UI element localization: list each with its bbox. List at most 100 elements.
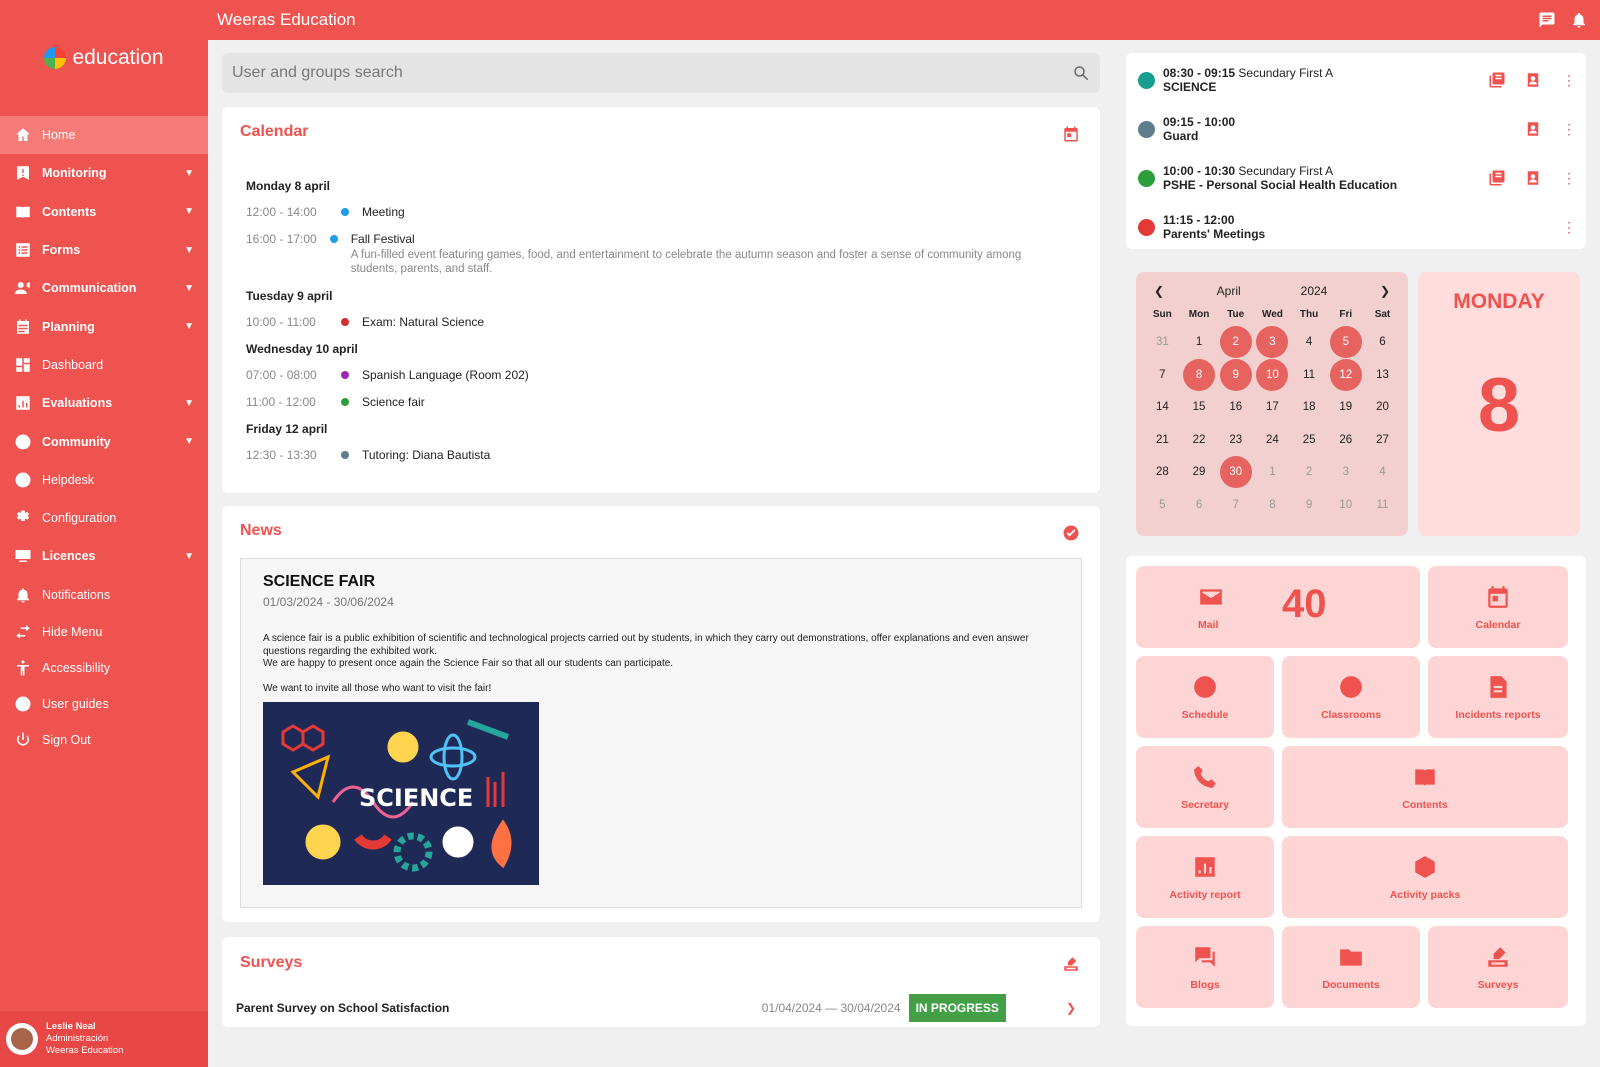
sidebar-item-monitoring[interactable]: Monitoring ▼ [0,154,208,192]
search-bar[interactable]: User and groups search [222,53,1100,93]
more-vert-icon[interactable]: ⋮ [1560,219,1578,236]
sidebar-item-accessibility[interactable]: Accessibility [0,650,208,686]
chevron-left-icon[interactable]: ❮ [1154,284,1164,298]
calendar-day[interactable]: 23 [1217,424,1254,457]
calendar-day[interactable]: 20 [1364,391,1401,424]
sidebar-item-forms[interactable]: Forms ▼ [0,231,208,269]
search-input[interactable]: User and groups search [232,64,403,82]
sidebar-item-dashboard[interactable]: Dashboard [0,346,208,384]
calendar-day[interactable]: 3 [1254,326,1291,359]
calendar-day[interactable]: 28 [1144,456,1181,489]
calendar-day[interactable]: 27 [1364,424,1401,457]
calendar-day[interactable]: 15 [1181,391,1218,424]
calendar-day[interactable]: 6 [1181,489,1218,522]
calendar-day[interactable]: 7 [1144,359,1181,392]
calendar-day[interactable]: 19 [1327,391,1364,424]
tile-secretary[interactable]: Secretary [1136,746,1274,828]
year-label[interactable]: 2024 [1301,284,1328,298]
badge-icon[interactable] [1524,71,1542,89]
calendar-day[interactable]: 16 [1217,391,1254,424]
tile-activity-report[interactable]: Activity report [1136,836,1274,918]
event-row[interactable]: 16:00 - 17:00 Fall Festival A fun-filled e… [246,232,1066,276]
calendar-day[interactable]: 9 [1217,358,1254,392]
event-row[interactable]: 07:00 - 08:00 Spanish Language (Room 202) [246,368,1066,382]
sidebar-item-licences[interactable]: Licences ▼ [0,537,208,575]
survey-icon[interactable] [1062,955,1080,973]
tile-mail[interactable]: Mail 40 [1136,566,1420,648]
tile-calendar[interactable]: Calendar [1428,566,1568,648]
calendar-day[interactable]: 5 [1327,326,1364,359]
event-row[interactable]: 12:00 - 14:00 Meeting [246,205,1066,219]
calendar-day[interactable]: 30 [1217,456,1254,489]
calendar-day[interactable]: 14 [1144,391,1181,424]
avatar[interactable] [6,1023,38,1055]
tile-classrooms[interactable]: Classrooms [1282,656,1420,738]
event-row[interactable]: 12:30 - 13:30 Tutoring: Diana Bautista [246,448,1066,462]
chevron-down-icon[interactable]: ▼ [184,398,194,409]
calendar-day[interactable]: 10 [1254,358,1291,392]
calendar-day[interactable]: 31 [1144,326,1181,359]
sidebar-item-hide-menu[interactable]: Hide Menu [0,614,208,650]
sidebar-item-evaluations[interactable]: Evaluations ▼ [0,384,208,422]
calendar-day[interactable]: 5 [1144,489,1181,522]
chevron-down-icon[interactable]: ▼ [184,321,194,332]
sidebar-item-sign-out[interactable]: Sign Out [0,722,208,758]
survey-row[interactable]: Parent Survey on School Satisfaction 01/… [236,993,1076,1023]
copy-icon[interactable] [1488,169,1506,187]
calendar-day[interactable]: 22 [1181,424,1218,457]
sidebar-item-home[interactable]: Home [0,116,208,155]
badge-icon[interactable] [1524,120,1542,138]
tile-surveys[interactable]: Surveys [1428,926,1568,1008]
badge-icon[interactable] [1524,169,1542,187]
calendar-day[interactable]: 12 [1327,358,1364,392]
calendar-day[interactable]: 18 [1291,391,1328,424]
news-item[interactable]: SCIENCE FAIR 01/03/2024 - 30/06/2024 A s… [240,558,1082,908]
calendar-day[interactable]: 26 [1327,424,1364,457]
copy-icon[interactable] [1488,71,1506,89]
chevron-down-icon[interactable]: ▼ [184,168,194,179]
chevron-down-icon[interactable]: ▼ [184,245,194,256]
calendar-day[interactable]: 13 [1364,359,1401,392]
chevron-right-icon[interactable]: ❯ [1066,1001,1076,1015]
calendar-day[interactable]: 24 [1254,424,1291,457]
calendar-day[interactable]: 11 [1364,489,1401,522]
tile-incidents-reports[interactable]: Incidents reports [1428,656,1568,738]
calendar-day[interactable]: 21 [1144,424,1181,457]
calendar-day[interactable]: 2 [1291,456,1328,489]
chevron-down-icon[interactable]: ▼ [184,436,194,447]
calendar-icon[interactable] [1062,125,1080,143]
calendar-day[interactable]: 1 [1254,456,1291,489]
sidebar-item-community[interactable]: Community ▼ [0,422,208,460]
chevron-right-icon[interactable]: ❯ [1380,284,1390,298]
bell-icon[interactable] [1570,11,1588,29]
chat-icon[interactable] [1538,11,1556,29]
chevron-down-icon[interactable]: ▼ [184,551,194,562]
sidebar-item-user-guides[interactable]: User guides [0,686,208,722]
calendar-day[interactable]: 8 [1181,358,1218,392]
calendar-day[interactable]: 3 [1327,456,1364,489]
calendar-day[interactable]: 4 [1364,456,1401,489]
calendar-day[interactable]: 17 [1254,391,1291,424]
calendar-day[interactable]: 2 [1217,326,1254,359]
schedule-row[interactable]: 10:00 - 10:30 Secundary First A PSHE - Pe… [1138,155,1578,201]
tile-contents[interactable]: Contents [1282,746,1568,828]
sidebar-item-planning[interactable]: Planning ▼ [0,307,208,345]
search-icon[interactable] [1072,64,1090,82]
sidebar-item-communication[interactable]: Communication ▼ [0,269,208,307]
more-vert-icon[interactable]: ⋮ [1560,72,1578,89]
calendar-day[interactable]: 7 [1217,489,1254,522]
calendar-day[interactable]: 10 [1327,489,1364,522]
sidebar-item-configuration[interactable]: Configuration [0,499,208,537]
schedule-row[interactable]: 11:15 - 12:00 Parents' Meetings ⋮ [1138,204,1578,250]
calendar-day[interactable]: 4 [1291,326,1328,359]
sidebar-item-helpdesk[interactable]: Helpdesk [0,461,208,499]
calendar-day[interactable]: 8 [1254,489,1291,522]
calendar-day[interactable]: 9 [1291,489,1328,522]
month-label[interactable]: April [1217,284,1241,298]
event-row[interactable]: 10:00 - 11:00 Exam: Natural Science [246,315,1066,329]
tile-documents[interactable]: Documents [1282,926,1420,1008]
calendar-day[interactable]: 29 [1181,456,1218,489]
verified-icon[interactable] [1062,524,1080,542]
sidebar-item-notifications[interactable]: Notifications [0,576,208,614]
chevron-down-icon[interactable]: ▼ [184,283,194,294]
